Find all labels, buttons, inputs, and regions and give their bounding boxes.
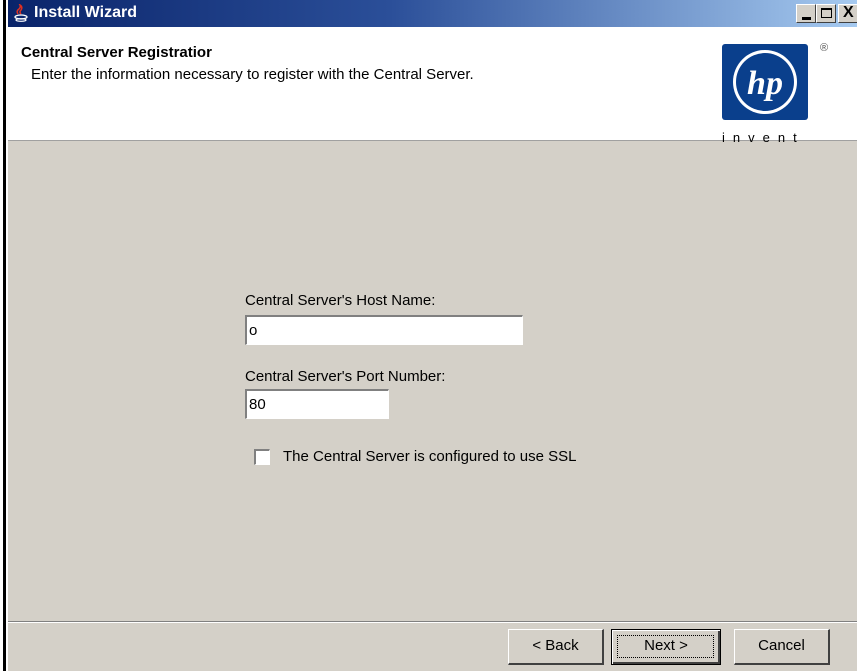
bottom-divider	[8, 621, 857, 623]
registered-mark: ®	[820, 42, 829, 54]
install-wizard-window: Install Wizard X Central Server Registra…	[8, 0, 857, 671]
maximize-icon	[821, 8, 832, 18]
host-name-label: Central Server's Host Name:	[245, 292, 436, 309]
cancel-button[interactable]: Cancel	[734, 629, 830, 665]
window-title: Install Wizard	[34, 4, 137, 21]
wizard-header: Central Server Registratior Enter the in…	[8, 27, 857, 145]
ssl-checkbox-label[interactable]: The Central Server is configured to use …	[283, 448, 576, 465]
port-number-input[interactable]	[245, 389, 389, 419]
page-title: Central Server Registratior	[21, 44, 212, 61]
next-button[interactable]: Next >	[611, 629, 721, 665]
minimize-button[interactable]	[796, 4, 816, 23]
back-button[interactable]: < Back	[508, 629, 604, 665]
hp-logo-text: hp	[747, 65, 783, 102]
java-icon	[14, 4, 28, 22]
host-name-input[interactable]	[245, 315, 523, 345]
close-icon: X	[843, 4, 854, 21]
page-description: Enter the information necessary to regis…	[31, 66, 474, 83]
port-number-label: Central Server's Port Number:	[245, 368, 446, 385]
ssl-checkbox[interactable]	[254, 449, 270, 465]
close-button[interactable]: X	[838, 4, 857, 23]
logo-tagline: invent	[722, 130, 805, 145]
next-button-label: Next >	[644, 637, 688, 654]
maximize-button[interactable]	[816, 4, 836, 23]
background-window-edge	[0, 0, 8, 671]
hp-logo: hp ® invent	[718, 42, 840, 145]
title-bar[interactable]: Install Wizard X	[8, 0, 857, 27]
hp-logo-mark: hp	[722, 44, 808, 120]
minimize-icon	[802, 17, 811, 20]
